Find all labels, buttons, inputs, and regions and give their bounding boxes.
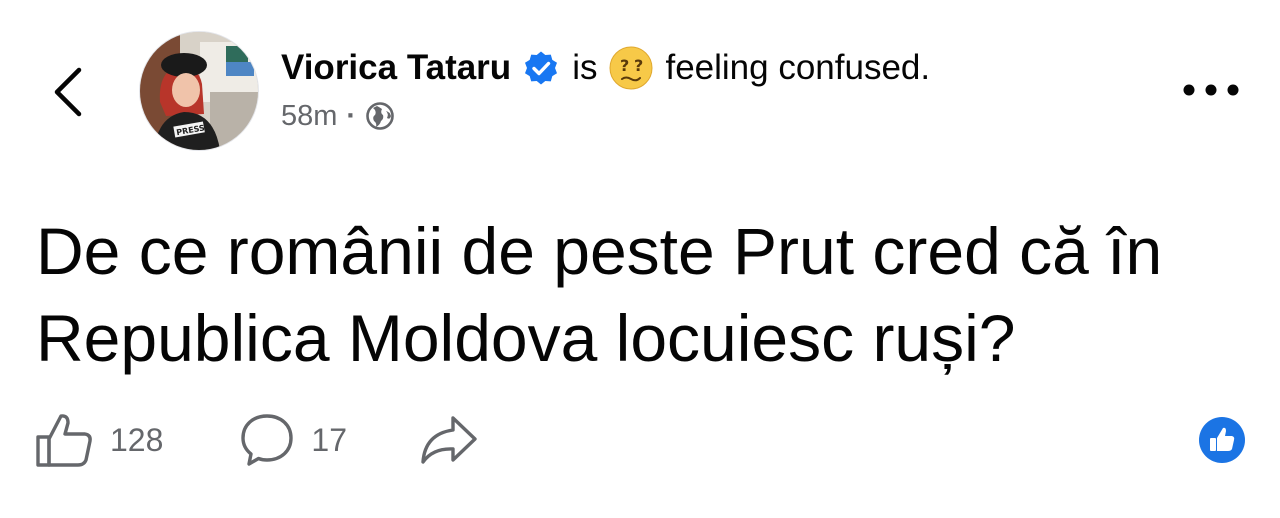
feeling-text: feeling confused. <box>665 48 931 87</box>
avatar-photo: PRESS <box>140 32 258 150</box>
author-name[interactable]: Viorica Tataru <box>281 48 511 88</box>
post-meta: 58m · <box>281 96 395 136</box>
share-button[interactable] <box>417 412 481 468</box>
thumbs-up-icon <box>36 414 92 467</box>
post-timestamp[interactable]: 58m <box>281 100 337 133</box>
svg-text:?: ? <box>620 56 629 75</box>
avatar[interactable]: PRESS <box>139 31 259 151</box>
like-reaction-icon[interactable] <box>1198 416 1246 464</box>
like-count: 128 <box>110 421 164 458</box>
globe-icon <box>366 102 394 130</box>
comment-button[interactable]: 17 <box>237 410 347 470</box>
back-button[interactable] <box>40 60 96 124</box>
post-body-text: De ce românii de peste Prut cred că în R… <box>36 214 1163 375</box>
meta-separator: · <box>346 99 357 132</box>
comment-count: 17 <box>311 421 347 458</box>
confused-face-emoji: ? ? <box>609 46 653 90</box>
feeling-prefix: is <box>572 48 598 87</box>
like-reaction-graphic <box>1199 417 1245 463</box>
post-header: Viorica Tataru is ? ? feeling confused. <box>281 46 930 90</box>
like-button[interactable]: 128 <box>34 411 163 469</box>
comment-bubble-icon <box>241 414 294 466</box>
more-options-button[interactable] <box>1176 72 1246 108</box>
verified-badge-icon <box>525 51 558 85</box>
svg-text:?: ? <box>634 56 643 75</box>
chevron-left-icon <box>54 67 82 117</box>
more-dots-icon <box>1183 84 1239 96</box>
post-actions: 128 17 <box>34 408 481 472</box>
share-arrow-icon <box>421 416 477 464</box>
